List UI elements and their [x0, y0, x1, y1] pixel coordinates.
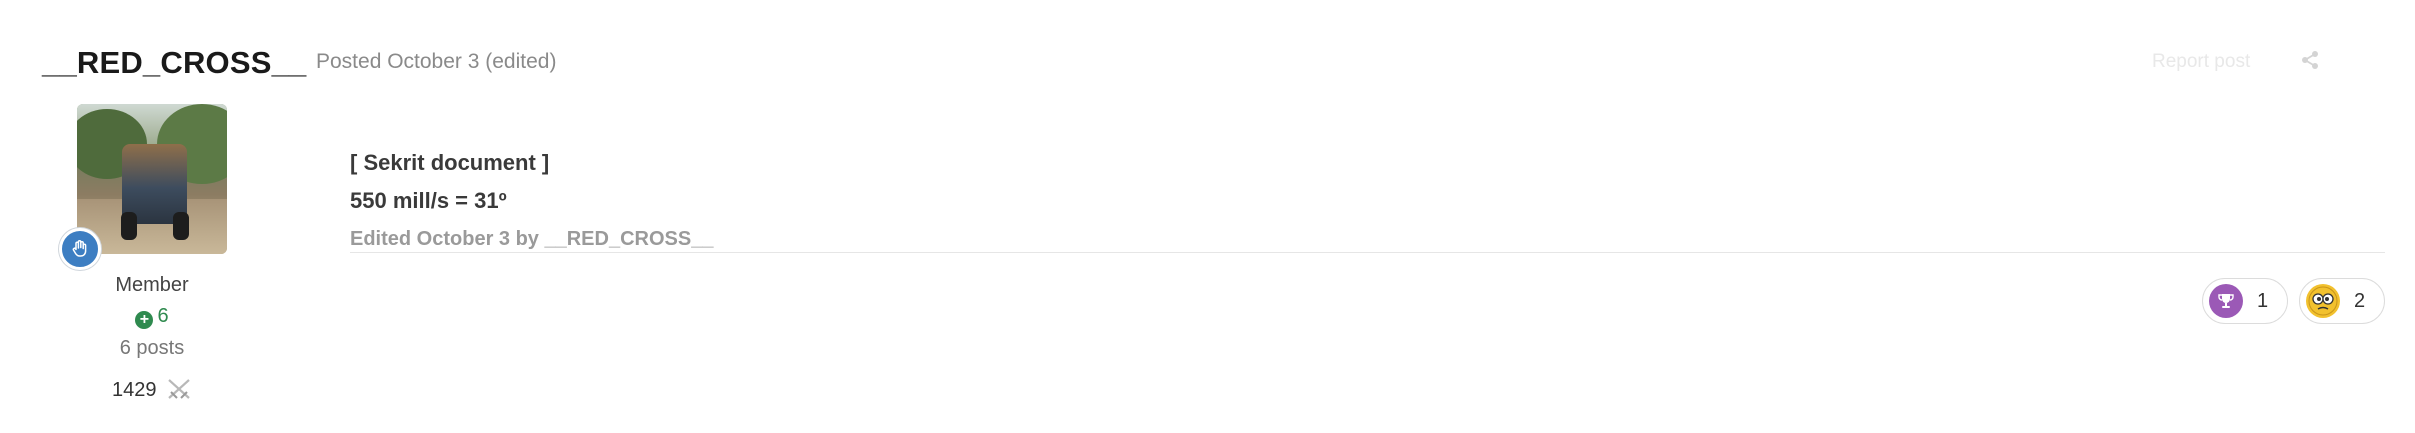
post-body-line-2: 550 mill/s = 31º — [350, 188, 507, 213]
points-display: 1429 — [77, 377, 227, 407]
reaction-count: 1 — [2257, 289, 2269, 312]
trophy-icon — [2209, 284, 2243, 318]
post-meta: Posted October 3 (edited) — [316, 50, 557, 73]
reaction-confused[interactable]: 2 — [2299, 278, 2385, 324]
avatar[interactable] — [77, 104, 227, 254]
post-content: [ Sekrit document ] 550 mill/s = 31º Edi… — [350, 150, 713, 251]
reputation-count: 6 — [157, 305, 169, 327]
reaction-trophy[interactable]: 1 — [2202, 278, 2288, 324]
edited-note: Edited October 3 by __RED_CROSS__ — [350, 228, 714, 250]
member-rank: Member — [115, 274, 189, 296]
avatar-container[interactable] — [59, 104, 227, 270]
points-value: 1429 — [111, 379, 157, 401]
post-count: 6 posts — [119, 337, 185, 359]
crossed-swords-icon — [166, 377, 192, 407]
post-body-line-1: [ Sekrit document ] — [350, 150, 550, 175]
reaction-count: 2 — [2354, 289, 2366, 312]
report-post-link[interactable]: Report post — [2152, 51, 2250, 73]
post-divider — [350, 252, 2385, 253]
share-icon[interactable] — [2300, 50, 2320, 75]
plus-circle-icon: + — [135, 311, 154, 329]
hand-badge-icon — [59, 228, 101, 270]
confused-face-icon — [2306, 284, 2340, 318]
reputation-badge: +6 — [77, 305, 227, 329]
author-name[interactable]: __RED_CROSS__ — [42, 45, 307, 81]
